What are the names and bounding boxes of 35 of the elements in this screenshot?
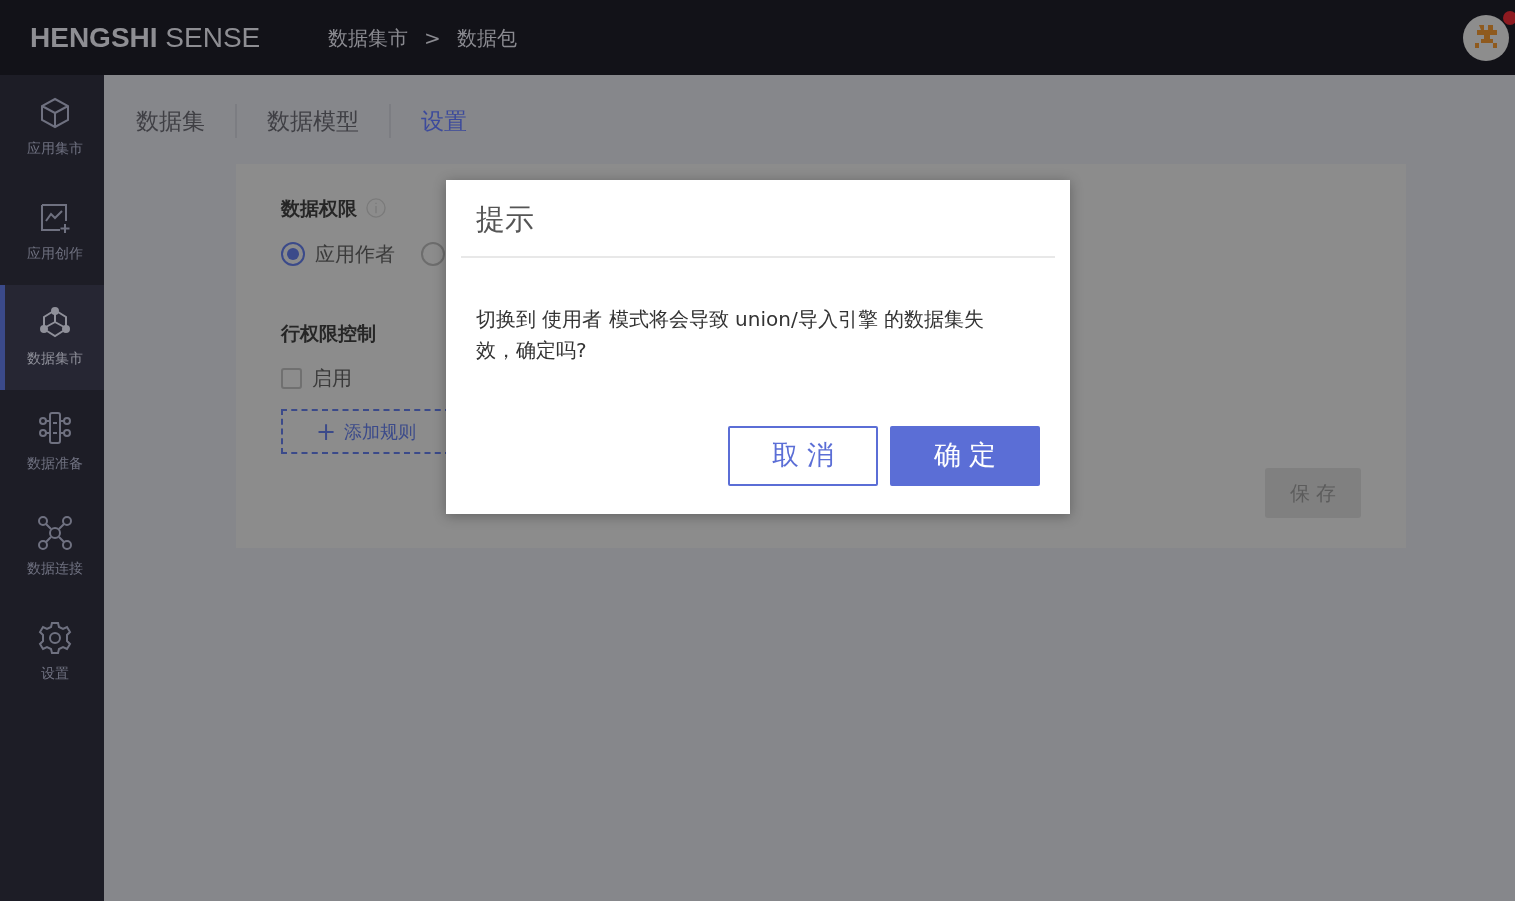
confirm-button[interactable]: 确 定 — [890, 425, 1040, 486]
cancel-button[interactable]: 取 消 — [728, 425, 878, 486]
app-logo: HENGSHI SENSE — [30, 20, 262, 55]
section-title: 行权限控制 — [281, 320, 376, 346]
breadcrumb-item[interactable]: 数据包 — [456, 22, 517, 53]
sidebar-label: 数据连接 — [26, 559, 83, 578]
sidebar-item[interactable]: 设置 — [0, 600, 104, 705]
sidebar-item[interactable]: 数据集市 — [0, 285, 104, 390]
sidebar-label: 应用创作 — [26, 244, 83, 263]
breadcrumb-separator: > — [424, 24, 441, 52]
sidebar-label: 设置 — [40, 664, 69, 683]
checkbox-label: 启用 — [312, 365, 352, 392]
hub-icon — [37, 306, 72, 340]
network-icon — [37, 516, 72, 550]
dialog-message: 切换到 使用者 模式将会导致 union/导入引擎 的数据集失效，确定吗? — [475, 305, 985, 364]
settings-icon — [37, 621, 72, 655]
nodes-icon — [37, 411, 72, 445]
section-title: 数据权限 — [281, 196, 357, 221]
tab[interactable]: 设置 — [391, 103, 497, 139]
sidebar-item[interactable]: 应用创作 — [0, 180, 104, 285]
sidebar-label: 数据集市 — [26, 349, 83, 368]
dialog-title: 提示 — [461, 180, 1055, 258]
checkbox[interactable] — [281, 367, 302, 389]
plus-icon: + — [315, 419, 337, 444]
tab[interactable]: 数据模型 — [237, 103, 391, 139]
sidebar-label: 应用集市 — [26, 139, 83, 158]
breadcrumb-item[interactable]: 数据集市 — [328, 22, 408, 53]
sidebar-item[interactable]: 数据准备 — [0, 390, 104, 495]
radio-button[interactable] — [281, 241, 305, 266]
sidebar-label: 数据准备 — [26, 454, 83, 473]
avatar[interactable] — [1463, 14, 1509, 61]
tab[interactable]: 数据集 — [106, 103, 237, 139]
sidebar-item[interactable]: 数据连接 — [0, 495, 104, 600]
sidebar-item[interactable]: 应用集市 — [0, 75, 104, 180]
radio-label: 应用作者 — [315, 240, 395, 268]
